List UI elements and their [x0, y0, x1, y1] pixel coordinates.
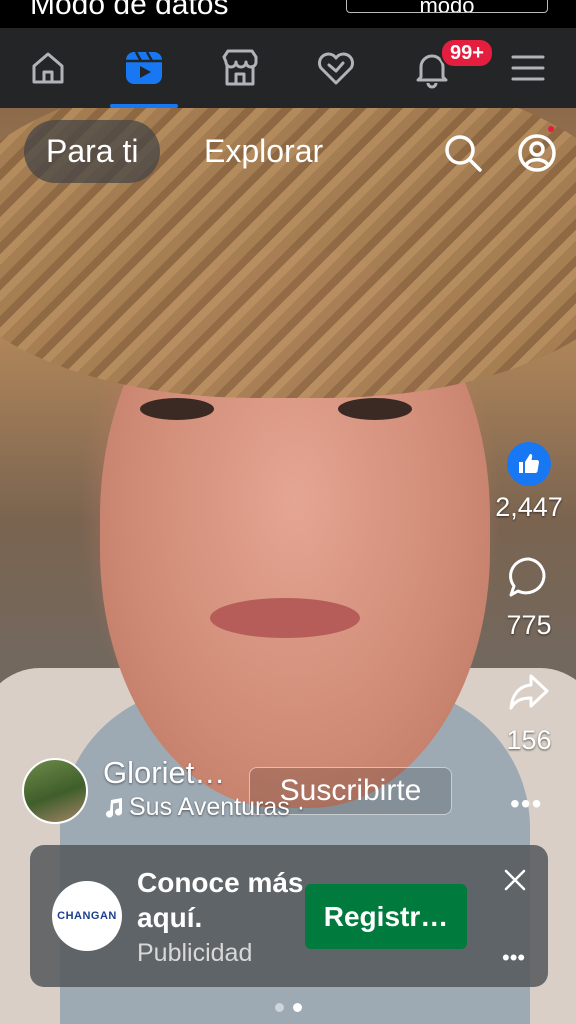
comment-count: 775 [506, 610, 552, 640]
nav-reels[interactable] [96, 28, 192, 108]
like-action[interactable]: 2,447 [488, 442, 570, 523]
share-count: 156 [506, 725, 552, 755]
audio-row[interactable]: Sus Aventuras · [103, 793, 305, 822]
ad-sponsored-label: Publicidad [137, 939, 253, 967]
close-icon[interactable] [500, 865, 530, 895]
comment-action[interactable]: 775 [488, 555, 570, 641]
author-avatar[interactable] [22, 758, 88, 824]
pager-dot [274, 1003, 284, 1012]
nav-menu[interactable] [480, 28, 576, 108]
audio-title: Sus Aventuras · [129, 793, 306, 821]
music-note-icon [106, 797, 123, 818]
tab-explorar[interactable]: Explorar [204, 120, 323, 183]
top-nav: 99+ [0, 28, 576, 108]
like-count: 2,447 [495, 492, 563, 522]
menu-icon [511, 55, 545, 81]
author-name[interactable]: Gloriet… [103, 755, 225, 791]
share-icon [509, 674, 549, 710]
dating-heart-icon [318, 52, 354, 85]
more-options-icon[interactable]: ••• [510, 788, 542, 820]
nav-home[interactable] [0, 28, 96, 108]
ad-more-options-icon[interactable]: ••• [502, 945, 525, 971]
tab-para-ti[interactable]: Para ti [24, 120, 161, 183]
status-bar: Modo de datos modo [0, 0, 576, 28]
nav-marketplace[interactable] [192, 28, 288, 108]
ad-brand-logo: CHANGAN [52, 881, 122, 951]
profile-notification-dot [548, 126, 554, 132]
marketplace-icon [222, 49, 258, 86]
ad-cta-button[interactable]: Registr… [305, 884, 467, 949]
comment-icon [509, 557, 546, 597]
ad-card[interactable]: CHANGAN Conoce más aquí. Publicidad Regi… [30, 845, 548, 987]
nav-notifications[interactable]: 99+ [384, 28, 494, 108]
pager-dots [0, 1003, 576, 1012]
data-mode-text: Modo de datos [30, 0, 229, 21]
reels-icon [126, 51, 162, 84]
data-mode-pill[interactable]: modo [346, 0, 548, 13]
home-icon [32, 52, 64, 84]
share-action[interactable]: 156 [488, 670, 570, 756]
like-icon [507, 442, 551, 486]
profile-icon[interactable] [516, 132, 558, 174]
nav-dating[interactable] [288, 28, 384, 108]
pager-dot-active [292, 1003, 302, 1012]
search-icon[interactable] [442, 132, 484, 174]
video-scene-part [140, 398, 214, 420]
ad-title: Conoce más aquí. [137, 867, 304, 933]
video-scene-part [338, 398, 412, 420]
video-scene-part [210, 598, 360, 638]
